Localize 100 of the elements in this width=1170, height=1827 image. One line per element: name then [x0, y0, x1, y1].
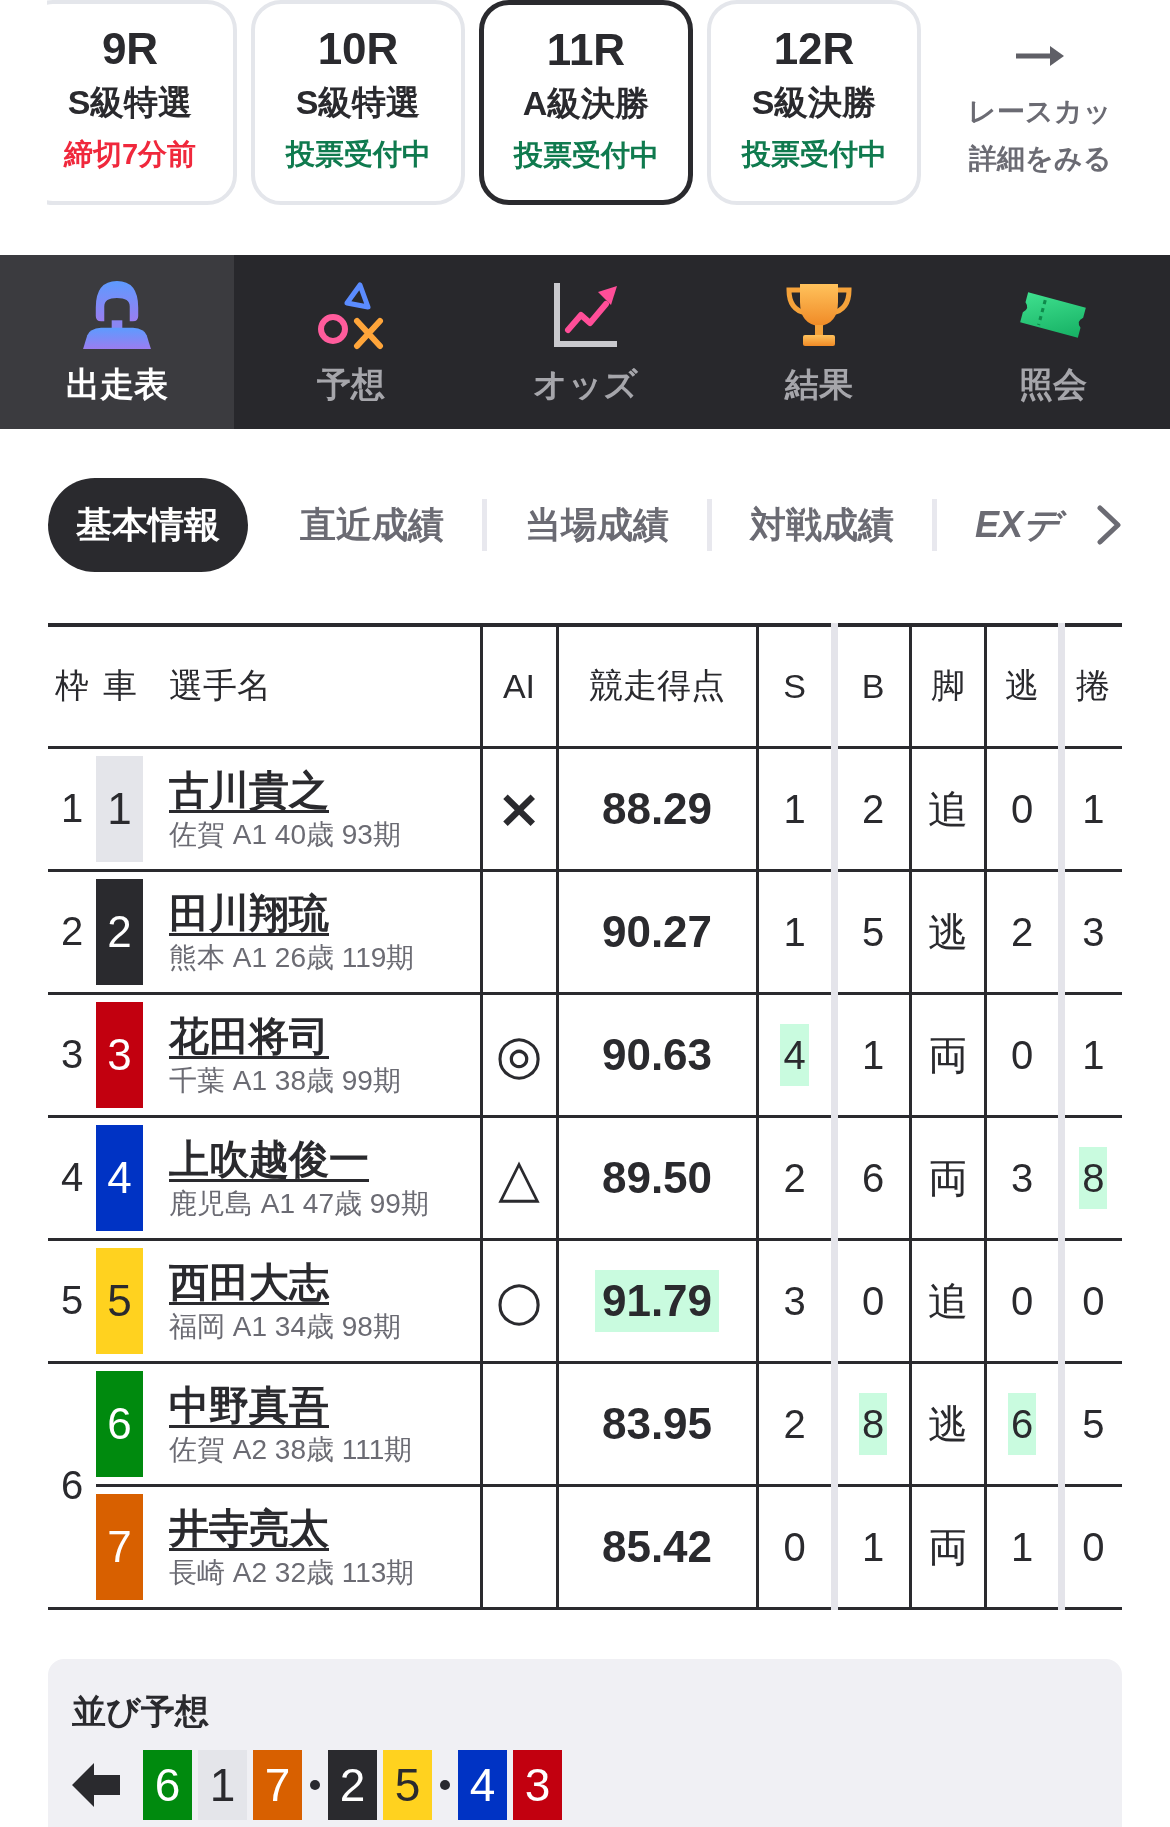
stat-value: 追: [926, 785, 969, 833]
score-value: 91.79: [594, 1269, 720, 1332]
car-number-badge: 6: [143, 1749, 192, 1820]
stat-value: 8: [1079, 1146, 1108, 1209]
stat-value: 逃: [926, 1400, 969, 1448]
stat-value: 2: [860, 785, 886, 833]
column-header: B: [861, 666, 885, 705]
race-class: S級決勝: [751, 82, 877, 123]
stat-value: 1: [782, 908, 807, 956]
column-header: 競走得点: [589, 666, 725, 705]
stat-value: 3: [1081, 908, 1106, 956]
rider-profile: 佐賀 A1 40歳 93期: [169, 817, 402, 852]
car-number-badge: 2: [328, 1749, 377, 1820]
rider-name-link[interactable]: 中野真吾: [169, 1380, 329, 1429]
nav-tab[interactable]: 照会: [936, 255, 1170, 429]
stat-value: 0: [1009, 1031, 1035, 1079]
stat-value: 3: [1009, 1154, 1035, 1202]
ai-mark: ×: [496, 780, 542, 837]
ticket-icon: [1018, 290, 1088, 340]
score-value: 83.95: [600, 1397, 714, 1450]
rider-profile: 鹿児島 A1 47歳 99期: [169, 1186, 430, 1221]
race-tab[interactable]: 10R S級特選 投票受付中: [251, 0, 465, 205]
ai-mark: △: [498, 1149, 540, 1206]
car-number-badge: 2: [96, 878, 143, 985]
stat-value: 2: [782, 1154, 807, 1202]
stat-value: 6: [860, 1154, 886, 1202]
section-title: 並び予想: [72, 1692, 210, 1729]
stat-value: 両: [926, 1523, 969, 1571]
rider-name-link[interactable]: 田川翔琉: [169, 888, 329, 937]
frame-number: 5: [60, 1278, 84, 1322]
stat-value: 1: [1081, 1031, 1106, 1079]
stat-value: 4: [780, 1023, 809, 1086]
stat-value: 5: [1081, 1400, 1106, 1448]
circle-triangle-cross-icon: [316, 280, 386, 350]
score-value: 88.29: [600, 782, 714, 835]
frame-number: 6: [60, 1462, 84, 1507]
info-tab[interactable]: 直近成績: [262, 478, 482, 572]
rider-name-link[interactable]: 上吹越俊一: [169, 1134, 369, 1183]
rider-name-link[interactable]: 井寺亮太: [169, 1503, 329, 1552]
stat-value: 0: [1081, 1277, 1106, 1325]
car-number-badge: 7: [96, 1493, 143, 1600]
nav-tab[interactable]: 出走表: [0, 255, 234, 429]
race-tab[interactable]: 11R A級決勝 投票受付中: [479, 0, 693, 205]
stat-value: 逃: [926, 908, 969, 956]
column-header: 捲: [1076, 666, 1111, 705]
stat-value: 1: [860, 1523, 886, 1571]
car-number-badge: 3: [96, 1001, 143, 1108]
stat-value: 6: [1007, 1392, 1037, 1455]
race-tab[interactable]: 9R S級特選 締切7分前: [47, 0, 237, 205]
cup-details-link[interactable]: レースカッ 詳細をみる: [933, 0, 1147, 205]
car-number-badge: 3: [513, 1749, 562, 1820]
race-status: 投票受付中: [285, 137, 431, 172]
stat-value: 0: [1009, 1277, 1035, 1325]
car-number-badge: 7: [253, 1749, 302, 1820]
arrow-right-icon: [1016, 46, 1064, 66]
nav-tab[interactable]: 予想: [234, 255, 468, 429]
rider-name-link[interactable]: 花田将司: [169, 1011, 329, 1060]
nav-tab[interactable]: 結果: [702, 255, 936, 429]
separator-dot-icon: [440, 1779, 450, 1790]
stat-value: 8: [858, 1392, 888, 1455]
stat-value: 5: [860, 908, 886, 956]
column-header: AI: [502, 666, 536, 705]
rider-profile: 熊本 A1 26歳 119期: [169, 940, 416, 975]
stat-value: 両: [926, 1031, 969, 1079]
column-header: 逃: [1005, 666, 1039, 705]
arrow-left-icon: [72, 1762, 120, 1807]
frame-number: 1: [60, 786, 84, 830]
race-tab[interactable]: 12R S級決勝 投票受付中: [707, 0, 921, 205]
info-tab[interactable]: 基本情報: [48, 478, 248, 572]
race-class: A級決勝: [522, 83, 650, 124]
helmet-person-icon: [82, 280, 152, 350]
score-value: 85.42: [600, 1520, 714, 1573]
frame-number: 4: [60, 1155, 84, 1199]
frame-number: 3: [60, 1032, 84, 1076]
car-number-badge: 5: [96, 1247, 143, 1354]
stat-value: 追: [926, 1277, 969, 1325]
info-tab[interactable]: EXデ: [937, 478, 1071, 572]
race-number: 11R: [546, 24, 626, 76]
column-header: 脚: [930, 666, 965, 705]
frame-number: 2: [60, 909, 84, 953]
info-tab[interactable]: 対戦成績: [712, 478, 932, 572]
stat-value: 0: [782, 1523, 807, 1571]
rider-name-link[interactable]: 古川貴之: [169, 765, 329, 814]
info-tab[interactable]: 当場成績: [487, 478, 707, 572]
race-number: 9R: [101, 23, 159, 75]
ai-mark: ○: [495, 1272, 543, 1329]
nav-tab[interactable]: オッズ: [468, 255, 702, 429]
race-status: 投票受付中: [741, 137, 887, 172]
chevron-right-icon[interactable]: [1096, 504, 1122, 546]
separator-dot-icon: [310, 1779, 320, 1790]
rider-name-link[interactable]: 西田大志: [169, 1257, 329, 1306]
race-status: 投票受付中: [513, 138, 659, 173]
column-header: 枠: [55, 666, 89, 705]
stat-value: 0: [1081, 1523, 1106, 1571]
score-value: 89.50: [600, 1151, 714, 1204]
race-status: 締切7分前: [63, 137, 197, 172]
rider-profile: 千葉 A1 38歳 99期: [169, 1063, 402, 1098]
stat-value: 1: [1081, 785, 1106, 833]
rider-profile: 福岡 A1 34歳 98期: [169, 1309, 402, 1344]
race-number: 10R: [317, 23, 399, 75]
